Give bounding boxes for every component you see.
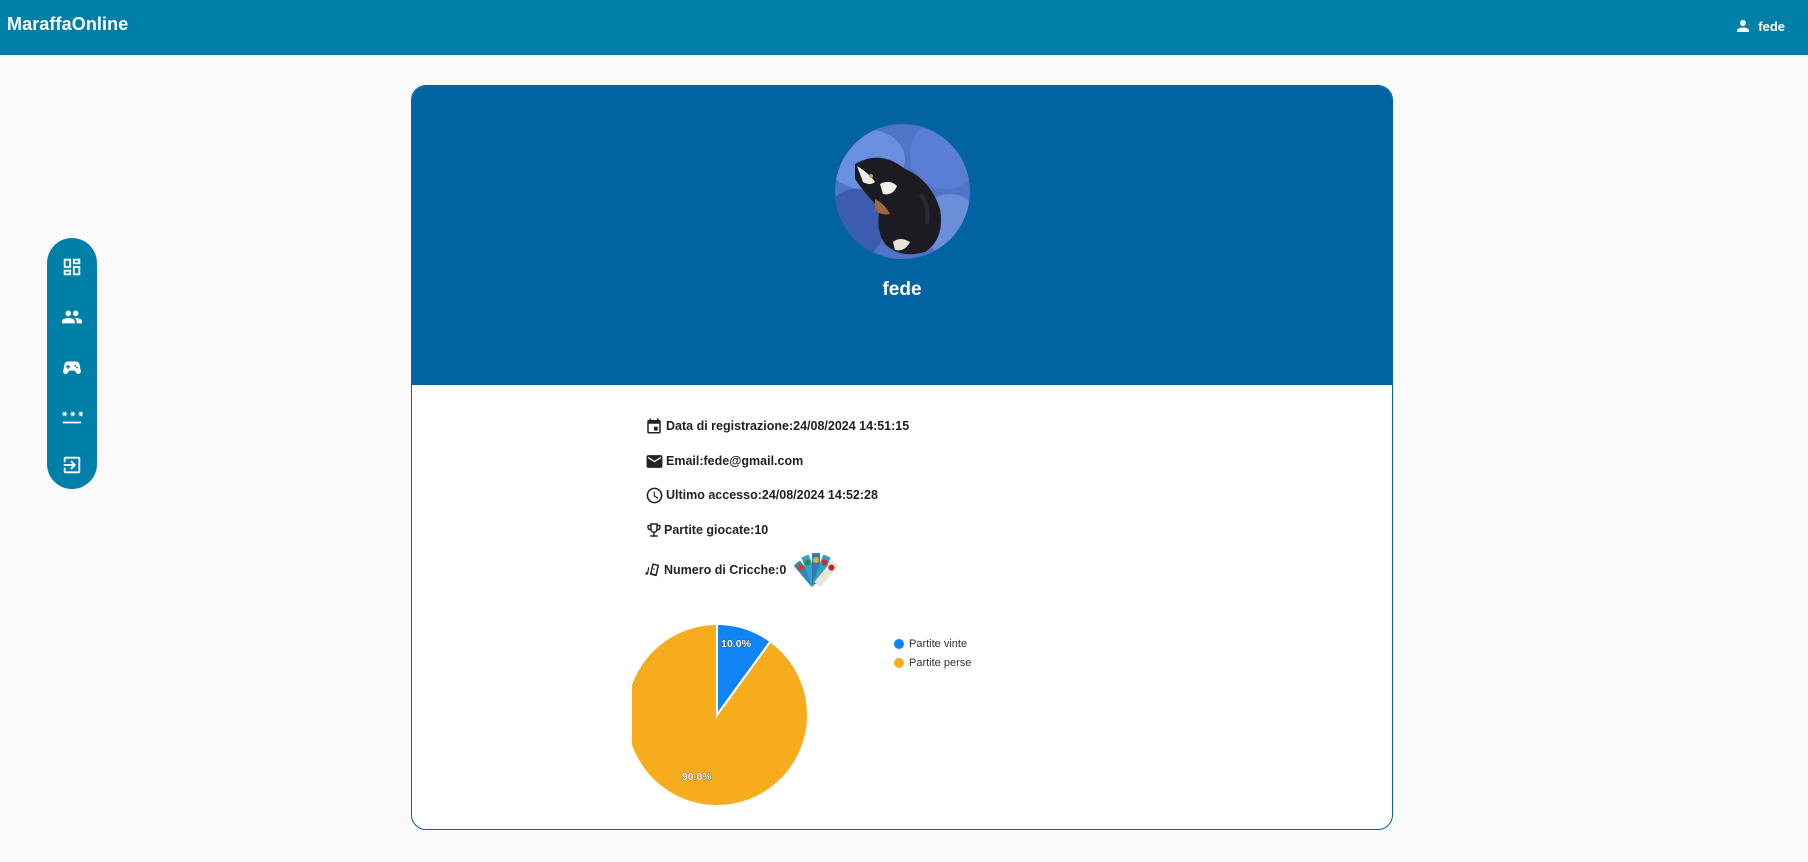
legend-item-won[interactable]: Partite vinte [894, 634, 971, 653]
nav-dashboard-button[interactable] [57, 252, 87, 282]
logout-icon [61, 454, 83, 476]
calendar-icon [645, 416, 666, 437]
people-icon [61, 306, 83, 328]
legend-label-won: Partite vinte [909, 637, 968, 650]
nav-logout-button[interactable] [57, 450, 87, 480]
mail-icon [645, 451, 666, 472]
top-app-bar: MaraffaOnline fede [0, 0, 1808, 55]
chart-legend: Partite vinte Partite perse [894, 634, 971, 672]
games-played-label: Partite giocate: [664, 523, 755, 537]
app-title[interactable]: MaraffaOnline [7, 14, 128, 35]
cricche-row: Numero di Cricche: 0 [645, 550, 841, 590]
nav-friends-button[interactable] [57, 302, 87, 332]
profile-card: fede Data di registrazione: 24/08/2024 14… [411, 85, 1393, 830]
email-row: Email: fede@gmail.com [645, 450, 803, 472]
pie-label-won: 10.0% [721, 638, 751, 650]
last-access-value: 24/08/2024 14:52:28 [761, 488, 878, 502]
legend-label-lost: Partite perse [909, 656, 972, 669]
last-access-row: Ultimo accesso: 24/08/2024 14:52:28 [645, 484, 878, 506]
email-value: fede@gmail.com [703, 454, 804, 468]
email-label: Email: [666, 454, 704, 468]
legend-dot-lost [894, 657, 904, 668]
profile-header: fede [412, 86, 1392, 385]
registration-date-label: Data di registrazione: [666, 419, 794, 433]
last-access-label: Ultimo accesso: [666, 488, 762, 502]
user-menu-button[interactable]: fede [1734, 15, 1785, 37]
nav-password-button[interactable] [57, 402, 87, 432]
person-icon [1734, 17, 1752, 35]
user-name: fede [1758, 18, 1785, 34]
games-played-value: 10 [754, 523, 769, 537]
nav-games-button[interactable] [57, 352, 87, 382]
cards-icon [645, 560, 664, 581]
trophy-icon [645, 520, 664, 541]
games-played-row: Partite giocate: 10 [645, 519, 768, 541]
clock-icon [645, 485, 666, 506]
registration-date-value: 24/08/2024 14:51:15 [793, 419, 910, 433]
profile-name: fede [882, 279, 922, 300]
side-navigation [47, 238, 97, 489]
gamepad-icon [61, 356, 83, 378]
cricche-cards-image [791, 550, 841, 590]
cat-photo [835, 124, 970, 259]
cricche-value: 0 [779, 563, 787, 577]
dashboard-icon [61, 256, 83, 278]
pie-label-lost: 90.0% [682, 771, 712, 783]
legend-item-lost[interactable]: Partite perse [894, 653, 971, 672]
avatar [835, 124, 970, 259]
cricche-label: Numero di Cricche: [664, 563, 780, 577]
password-icon [61, 406, 83, 428]
legend-dot-won [894, 638, 904, 649]
registration-date-row: Data di registrazione: 24/08/2024 14:51:1… [645, 415, 909, 437]
